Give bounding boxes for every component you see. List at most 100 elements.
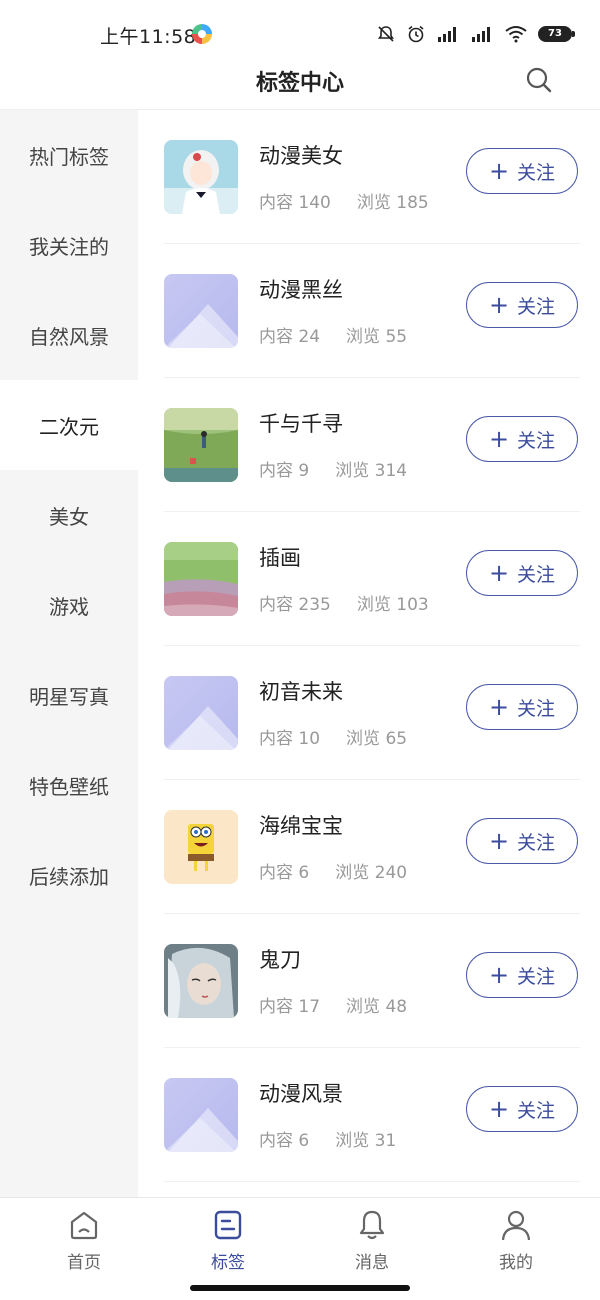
nav-label: 我的 [499, 1253, 533, 1273]
sidebar-item-celebrity[interactable]: 明星写真 [0, 650, 138, 740]
list-item[interactable]: 动漫风景 内容 6 浏览 31 + 关注 [164, 1048, 580, 1182]
app-notification-icon [192, 24, 212, 44]
nav-label: 标签 [211, 1253, 245, 1273]
follow-button[interactable]: + 关注 [466, 416, 578, 462]
tag-stats: 内容 6 浏览 31 [259, 1126, 422, 1151]
nav-label: 消息 [355, 1253, 389, 1273]
follow-button[interactable]: + 关注 [466, 550, 578, 596]
sidebar-item-featured[interactable]: 特色壁纸 [0, 740, 138, 830]
tag-name[interactable]: 千与千寻 [259, 408, 343, 438]
plus-icon: + [488, 961, 510, 989]
list-item[interactable]: 初音未来 内容 10 浏览 65 + 关注 [164, 646, 580, 780]
follow-button[interactable]: + 关注 [466, 1086, 578, 1132]
sidebar-item-anime[interactable]: 二次元 [0, 380, 138, 470]
view-count: 浏览 314 [335, 461, 408, 481]
landscape-illustration-image [164, 542, 238, 616]
plus-icon: + [488, 291, 510, 319]
signal-hd-icon [438, 27, 456, 42]
anime-girl-image [164, 140, 238, 214]
tag-name[interactable]: 插画 [259, 542, 301, 572]
content-count: 内容 9 [259, 461, 310, 481]
tag-stats: 内容 10 浏览 65 [259, 724, 433, 749]
tag-name[interactable]: 动漫美女 [259, 140, 343, 170]
nav-label: 首页 [67, 1253, 101, 1273]
nav-home[interactable]: 首页 [9, 1208, 159, 1273]
mute-icon [377, 26, 395, 42]
bell-icon [359, 1210, 385, 1240]
sidebar-item-label: 我关注的 [29, 234, 109, 259]
sidebar-item-following[interactable]: 我关注的 [0, 200, 138, 290]
follow-button[interactable]: + 关注 [466, 952, 578, 998]
sidebar-item-nature[interactable]: 自然风景 [0, 290, 138, 380]
view-count: 浏览 31 [335, 1131, 397, 1151]
search-icon[interactable] [524, 65, 554, 95]
tag-stats: 内容 6 浏览 240 [259, 858, 433, 883]
header: 标签中心 [0, 55, 600, 110]
nav-messages[interactable]: 消息 [297, 1208, 447, 1273]
tag-name[interactable]: 动漫黑丝 [259, 274, 343, 304]
category-sidebar: 热门标签 我关注的 自然风景 二次元 美女 游戏 明星写真 特色壁纸 后续添加 [0, 110, 138, 1197]
placeholder-image [164, 676, 238, 750]
follow-button[interactable]: + 关注 [466, 684, 578, 730]
tag-icon [214, 1210, 242, 1240]
content-count: 内容 140 [259, 193, 331, 213]
list-item[interactable]: 动漫美女 内容 140 浏览 185 + 关注 [164, 110, 580, 244]
content-count: 内容 17 [259, 997, 321, 1017]
plus-icon: + [488, 1095, 510, 1123]
content-count: 内容 6 [259, 1131, 310, 1151]
list-item[interactable]: 海绵宝宝 内容 6 浏览 240 + 关注 [164, 780, 580, 914]
plus-icon: + [488, 559, 510, 587]
spongebob-image [164, 810, 238, 884]
tag-name[interactable]: 初音未来 [259, 676, 343, 706]
list-item[interactable]: 插画 内容 235 浏览 103 + 关注 [164, 512, 580, 646]
home-icon [70, 1211, 98, 1240]
tag-stats: 内容 24 浏览 55 [259, 322, 433, 347]
view-count: 浏览 48 [346, 997, 408, 1017]
placeholder-image [164, 274, 238, 348]
tag-name[interactable]: 动漫风景 [259, 1078, 343, 1108]
view-count: 浏览 240 [335, 863, 408, 883]
home-indicator[interactable] [190, 1285, 410, 1291]
view-count: 浏览 65 [346, 729, 408, 749]
tag-list: 动漫美女 内容 140 浏览 185 + 关注 动漫黑丝 内容 24 浏览 55 + 关… [138, 110, 600, 1197]
battery-icon: 73 [538, 26, 575, 42]
sidebar-item-label: 热门标签 [29, 144, 109, 169]
content-count: 内容 24 [259, 327, 321, 347]
portrait-image [164, 944, 238, 1018]
list-item[interactable]: 动漫黑丝 内容 24 浏览 55 + 关注 [164, 244, 580, 378]
sidebar-item-label: 特色壁纸 [29, 774, 109, 799]
view-count: 浏览 103 [356, 595, 429, 615]
sidebar-item-hot[interactable]: 热门标签 [0, 110, 138, 200]
plus-icon: + [488, 827, 510, 855]
sidebar-item-games[interactable]: 游戏 [0, 560, 138, 650]
field-scene-image [164, 408, 238, 482]
content-count: 内容 6 [259, 863, 310, 883]
sidebar-item-label: 游戏 [49, 594, 89, 619]
sidebar-item-more[interactable]: 后续添加 [0, 830, 138, 920]
tag-stats: 内容 17 浏览 48 [259, 992, 433, 1017]
follow-button[interactable]: + 关注 [466, 282, 578, 328]
signal-hd-icon [472, 27, 490, 42]
sidebar-item-label: 二次元 [39, 414, 99, 439]
list-item[interactable]: 鬼刀 内容 17 浏览 48 + 关注 [164, 914, 580, 1048]
view-count: 浏览 55 [346, 327, 408, 347]
plus-icon: + [488, 693, 510, 721]
tag-name[interactable]: 海绵宝宝 [259, 810, 343, 840]
tag-stats: 内容 9 浏览 314 [259, 456, 433, 481]
list-item[interactable]: 千与千寻 内容 9 浏览 314 + 关注 [164, 378, 580, 512]
status-time: 上午11:58 [100, 26, 197, 48]
alarm-icon [408, 25, 424, 43]
sidebar-item-label: 明星写真 [29, 684, 109, 709]
sidebar-item-label: 美女 [49, 504, 89, 529]
tag-name[interactable]: 鬼刀 [259, 944, 301, 974]
plus-icon: + [488, 157, 510, 185]
tag-stats: 内容 235 浏览 103 [259, 590, 455, 615]
follow-button[interactable]: + 关注 [466, 818, 578, 864]
sidebar-item-beauty[interactable]: 美女 [0, 470, 138, 560]
nav-profile[interactable]: 我的 [441, 1208, 591, 1273]
status-icons: 73 [376, 22, 575, 46]
nav-tags[interactable]: 标签 [153, 1208, 303, 1273]
view-count: 浏览 185 [356, 193, 429, 213]
follow-button[interactable]: + 关注 [466, 148, 578, 194]
plus-icon: + [488, 425, 510, 453]
